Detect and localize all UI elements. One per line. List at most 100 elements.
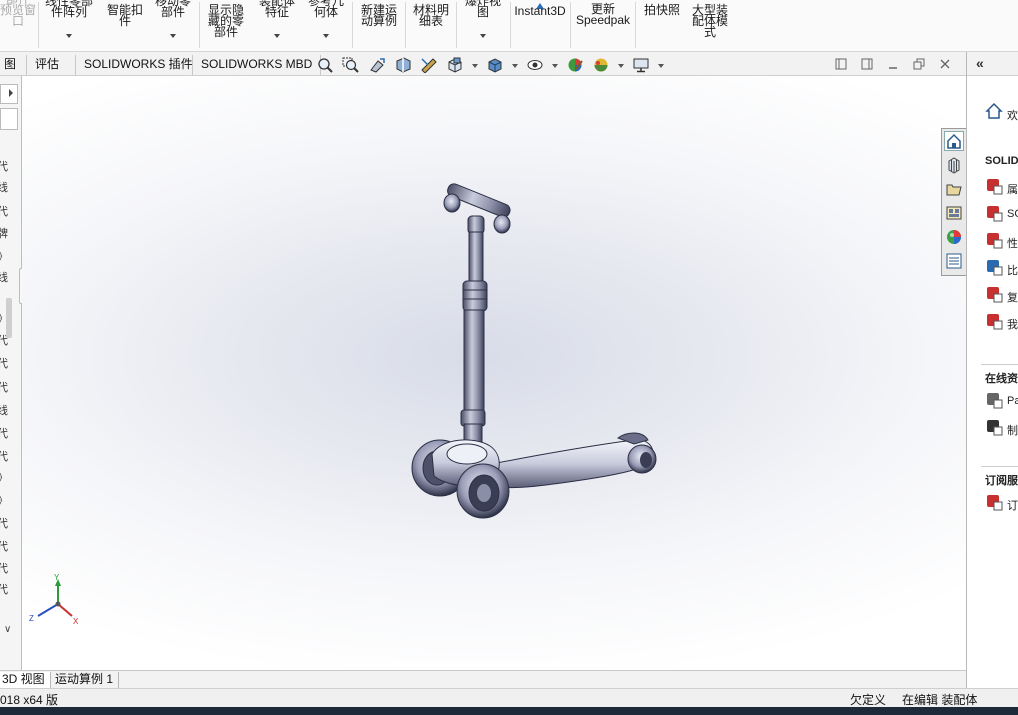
tab-partial[interactable]: 图 (0, 55, 24, 75)
dropdown-arrow-icon[interactable] (323, 34, 329, 38)
display-style-icon[interactable] (486, 57, 504, 73)
dropdown-arrow-icon[interactable] (472, 64, 478, 68)
tab-view-palette[interactable] (944, 203, 964, 223)
ribbon-button-smart-fasteners[interactable]: 智能扣 件 (100, 4, 150, 27)
feature-tree-item[interactable]: 代 (0, 425, 8, 441)
feature-tree-item[interactable]: 代 (0, 203, 8, 219)
feature-tree-item[interactable]: 线 (0, 402, 8, 418)
feature-tree-item[interactable]: 代 (0, 538, 8, 554)
ribbon-button-update-speedpak[interactable]: 更新 Speedpak (572, 3, 634, 26)
edit-appearance-icon[interactable] (566, 57, 584, 73)
feature-tree-item[interactable]: 代 (0, 355, 8, 371)
resource-link[interactable]: Pa (1007, 395, 1018, 407)
dynamic-annotation-icon[interactable] (420, 57, 438, 74)
feature-tree-item[interactable]: 代 (0, 158, 8, 174)
hide-show-icon[interactable] (526, 57, 544, 73)
view-settings-icon[interactable] (632, 57, 650, 73)
tab-appearances-scenes[interactable] (944, 227, 964, 247)
home-icon[interactable] (985, 102, 1003, 120)
ribbon-button-move-component[interactable]: 移动零 部件 (150, 0, 196, 38)
dropdown-arrow-icon[interactable] (66, 34, 72, 38)
ribbon-button-component-preview[interactable]: 部件 预览窗 口 (0, 0, 36, 27)
tab-evaluate[interactable]: 评估 (26, 55, 67, 75)
graphics-area[interactable]: Y X Z (22, 76, 966, 670)
section-view-icon[interactable] (394, 57, 412, 73)
resource-link[interactable]: 订 (1007, 497, 1018, 513)
tab-3d-view[interactable]: 3D 视图 (0, 672, 51, 688)
resource-link[interactable]: 比 (1007, 262, 1018, 278)
feature-tree-item[interactable]: 线 (0, 179, 8, 195)
ribbon-button-assembly-features[interactable]: 装配体 特征 (252, 0, 302, 38)
previous-view-icon[interactable] (368, 57, 386, 73)
resource-link[interactable]: 我 (1007, 316, 1018, 332)
ribbon-button-show-hidden[interactable]: 显示隐 藏的零 部件 (202, 4, 250, 38)
feature-tree-item[interactable]: 》 (0, 492, 8, 508)
feature-tree-item[interactable]: 代 (0, 560, 8, 576)
resource-link-icon[interactable] (985, 418, 1003, 436)
resource-link[interactable]: SC (1007, 208, 1018, 220)
minimize-icon[interactable] (886, 58, 900, 72)
tab-solidworks-resources[interactable] (944, 131, 964, 151)
panel-tab-box[interactable] (0, 84, 18, 104)
tab-file-explorer[interactable] (944, 179, 964, 199)
feature-tree-item[interactable]: 代 (0, 581, 8, 597)
feature-tree-item[interactable]: 代 (0, 448, 8, 464)
resource-link-icon[interactable] (985, 231, 1003, 249)
filter-box[interactable] (0, 108, 18, 130)
zoom-to-fit-icon[interactable] (316, 57, 334, 73)
resource-link-icon[interactable] (985, 258, 1003, 276)
scooter-model[interactable]: Y X Z (22, 76, 966, 670)
ribbon-button-large-assembly-mode[interactable]: 大型装 配体模 式 (686, 4, 734, 38)
ribbon-button-take-snapshot[interactable]: 拍快照 (637, 4, 687, 16)
resource-link[interactable]: 属 (1007, 181, 1018, 197)
tab-custom-properties[interactable] (944, 251, 964, 271)
dropdown-arrow-icon[interactable] (618, 64, 624, 68)
tab-solidworks-mbd[interactable]: SOLIDWORKS MBD (192, 55, 322, 75)
feature-tree-item[interactable]: 牌 (0, 225, 8, 241)
feature-tree-scrollbar[interactable] (6, 298, 12, 338)
tile-right-icon[interactable] (860, 58, 874, 72)
feature-tree-item[interactable]: 线 (0, 269, 8, 285)
tab-motion-study-1[interactable]: 运动算例 1 (50, 672, 120, 688)
ribbon-button-reference-geometry[interactable]: 参考几 何体 (302, 0, 350, 38)
dropdown-arrow-icon[interactable] (512, 64, 518, 68)
tab-design-library[interactable] (944, 155, 964, 175)
resource-link[interactable]: 性 (1007, 235, 1018, 251)
chevron-right-icon[interactable] (9, 89, 13, 97)
resource-link-icon[interactable] (985, 285, 1003, 303)
dropdown-arrow-icon[interactable] (274, 34, 280, 38)
tab-solidworks-addins[interactable]: SOLIDWORKS 插件 (75, 55, 201, 75)
dropdown-arrow-icon[interactable] (170, 34, 176, 38)
feature-tree-item[interactable]: 》 (0, 469, 8, 485)
ribbon-button-linear-pattern[interactable]: 线性零部 件阵列 (40, 0, 98, 38)
resource-link-icon[interactable] (985, 312, 1003, 330)
tile-left-icon[interactable] (834, 58, 848, 72)
upper-stem (468, 231, 484, 289)
ribbon-button-exploded-view[interactable]: 爆炸视 图 (458, 0, 508, 38)
chevron-down-icon[interactable]: ∨ (4, 624, 11, 635)
resource-link-icon[interactable] (985, 493, 1003, 511)
ribbon-button-bill-of-materials[interactable]: 材料明 细表 (406, 4, 456, 27)
resource-link[interactable]: 制 (1007, 422, 1018, 438)
dropdown-arrow-icon[interactable] (552, 64, 558, 68)
dropdown-arrow-icon[interactable] (658, 64, 664, 68)
ribbon-button-new-motion-study[interactable]: 新建运 动算例 (354, 4, 404, 27)
apply-scene-icon[interactable] (592, 57, 610, 73)
welcome-link[interactable]: 欢 (1007, 107, 1018, 123)
feature-tree-item[interactable]: 代 (0, 379, 8, 395)
ribbon-button-instant3d[interactable]: Instant3D (512, 0, 568, 17)
feature-tree-item[interactable]: 代 (0, 515, 8, 531)
resource-link-icon[interactable] (985, 391, 1003, 409)
zoom-area-icon[interactable] (342, 57, 360, 73)
dropdown-arrow-icon[interactable] (480, 34, 486, 38)
resource-link[interactable]: 复 (1007, 289, 1018, 305)
feature-tree-item[interactable]: 》 (0, 248, 8, 264)
feature-manager-panel[interactable]: 代线代牌》线》代代代线代代》》代代代代 ∨ (0, 76, 22, 670)
close-icon[interactable] (938, 58, 952, 72)
view-orientation-icon[interactable] (446, 57, 464, 73)
resource-link-icon[interactable] (985, 177, 1003, 195)
collapse-chevron-icon[interactable]: « (976, 55, 984, 71)
resource-link-icon[interactable] (985, 204, 1003, 222)
restore-icon[interactable] (912, 58, 926, 72)
home-icon (947, 133, 961, 149)
